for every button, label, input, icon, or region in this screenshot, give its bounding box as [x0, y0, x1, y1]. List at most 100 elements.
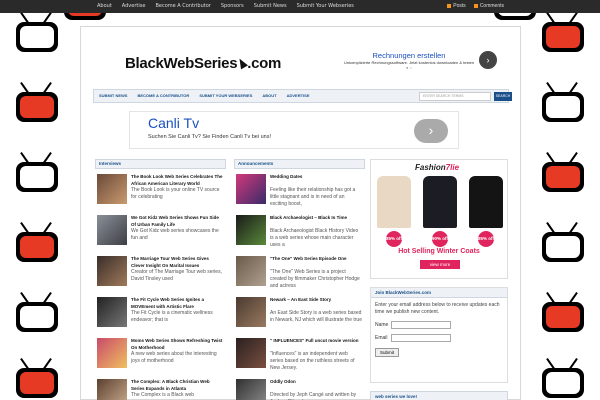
list-item: " INFLUENCES" Full uncut movie version "…: [234, 337, 365, 376]
tv-icon: [14, 290, 60, 332]
coat-image[interactable]: [469, 176, 503, 228]
tv-icon: [540, 356, 586, 398]
post-thumbnail[interactable]: [97, 256, 127, 286]
menu-submit-webseries[interactable]: SUBMIT YOUR WEBSERIES: [194, 90, 257, 102]
tv-icon: [540, 220, 586, 262]
email-field[interactable]: [391, 334, 451, 342]
post-thumbnail[interactable]: [236, 297, 266, 327]
banner-ad[interactable]: Canli Tv Suchen Sie Canli Tv? Sie Finden…: [129, 111, 459, 149]
post-thumbnail[interactable]: [236, 256, 266, 286]
name-label: Name: [375, 322, 389, 328]
post-title[interactable]: The Marriage Tour Web Series Gives Cleve…: [131, 255, 223, 269]
post-excerpt: Feeling like their relationship has got …: [270, 187, 356, 207]
top-nav-about[interactable]: About: [92, 0, 117, 13]
top-nav-submit-news[interactable]: Submit News: [249, 0, 292, 13]
fashion-ad-headline[interactable]: Hot Selling Winter Coats: [371, 248, 507, 255]
newsletter-description: Enter your email address below to receiv…: [375, 302, 500, 315]
posts-feed-link[interactable]: Posts: [443, 0, 470, 13]
tv-icon: [540, 290, 586, 332]
post-thumbnail[interactable]: [236, 338, 266, 368]
post-title[interactable]: " INFLUENCES" Full uncut movie version: [270, 337, 362, 344]
post-title[interactable]: "The One" Web Series Episode One: [270, 255, 362, 262]
top-nav-advertise[interactable]: Advertise: [117, 0, 151, 13]
main-container: BlackWebSeries .com Rechnungen erstellen …: [80, 26, 521, 400]
post-thumbnail[interactable]: [97, 379, 127, 400]
fashion-ad[interactable]: Fashion7lie 85% off 90% off 85% off Hot …: [370, 159, 508, 279]
coat-image[interactable]: [423, 176, 457, 228]
banner-ad-subtitle: Suchen Sie Canli Tv? Sie Finden Canli Tv…: [148, 134, 272, 140]
name-field[interactable]: [391, 321, 451, 329]
post-thumbnail[interactable]: [97, 215, 127, 245]
post-thumbnail[interactable]: [97, 297, 127, 327]
tv-icon: [14, 220, 60, 262]
newsletter-widget: Join BlackWebSeries.com Enter your email…: [370, 287, 508, 383]
discount-badge: 90% off: [432, 231, 448, 247]
banner-ad-title[interactable]: Canli Tv: [148, 115, 199, 131]
tv-icon: [540, 10, 586, 52]
tv-icon: [14, 356, 60, 398]
menu-advertise[interactable]: ADVERTISE: [282, 90, 315, 102]
post-title[interactable]: Wedding Dates: [270, 173, 362, 180]
list-item: Black Archaeologist – Black In Time Blac…: [234, 214, 365, 253]
post-excerpt: A new web series about the interesting j…: [131, 351, 217, 364]
post-title[interactable]: The Fit Cycle Web Series Ignites a MOVEm…: [131, 296, 223, 310]
newsletter-heading: Join BlackWebSeries.com: [371, 288, 507, 298]
top-navigation-bar: About Advertise Become A Contributor Spo…: [0, 0, 600, 13]
list-item: Wedding Dates Feeling like their relatio…: [234, 173, 365, 212]
top-nav-submit-webseries[interactable]: Submit Your Webseries: [292, 0, 359, 13]
tv-icon: [14, 10, 60, 52]
list-item: The Book Look Web Series Celebrates The …: [95, 173, 226, 212]
fashion-ad-brand: Fashion7lie: [415, 163, 460, 172]
menu-about[interactable]: ABOUT: [257, 90, 281, 102]
sidebar: Fashion7lie 85% off 90% off 85% off Hot …: [370, 159, 508, 400]
announcements-heading[interactable]: Announcements: [234, 159, 365, 169]
post-excerpt: The Book Look is your online TV source f…: [131, 187, 220, 200]
interviews-heading[interactable]: Interviews: [95, 159, 226, 169]
post-thumbnail[interactable]: [97, 174, 127, 204]
post-title[interactable]: Newark – An East Side Story: [270, 296, 362, 303]
coat-image[interactable]: [377, 176, 411, 228]
logo-text-left: BlackWebSeries: [125, 55, 238, 72]
menu-submit-news[interactable]: SUBMIT NEWS: [94, 90, 132, 102]
post-thumbnail[interactable]: [236, 379, 266, 400]
interviews-column: Interviews The Book Look Web Series Cele…: [95, 159, 226, 400]
list-item: The Marriage Tour Web Series Gives Cleve…: [95, 255, 226, 294]
header-ad-arrow-button[interactable]: ›: [479, 51, 497, 69]
post-title[interactable]: Moms Web Series Shows Refreshing Twist O…: [131, 337, 223, 351]
search-input[interactable]: ENTER SEARCH TERMS: [419, 92, 491, 101]
list-item: "The One" Web Series Episode One "The On…: [234, 255, 365, 294]
post-title[interactable]: We Got Kidz Web Series Shows Fun Side Of…: [131, 214, 223, 228]
announcements-column: Announcements Wedding Dates Feeling like…: [234, 159, 365, 400]
post-thumbnail[interactable]: [236, 215, 266, 245]
logo-text-right: .com: [247, 55, 282, 72]
top-nav-sponsors[interactable]: Sponsors: [216, 0, 249, 13]
banner-ad-arrow-button[interactable]: ›: [414, 119, 448, 143]
post-excerpt: Directed by Jeph Cangé and written by Jo…: [270, 392, 357, 400]
list-item: Moms Web Series Shows Refreshing Twist O…: [95, 337, 226, 376]
discount-badge: 85% off: [386, 231, 402, 247]
email-label: Email: [375, 335, 388, 341]
post-excerpt: An East Side Story is a web series based…: [270, 310, 362, 323]
comments-feed-link[interactable]: Comments: [470, 0, 508, 13]
header-ad[interactable]: Rechnungen erstellen Unkomplizierte Rech…: [339, 51, 499, 73]
list-item: Oddly Odon Directed by Jeph Cangé and wr…: [234, 378, 365, 400]
view-more-button[interactable]: view more: [420, 260, 460, 269]
submit-button[interactable]: Submit: [375, 348, 399, 357]
post-title[interactable]: The Complex: A Black Christian Web Serie…: [131, 378, 223, 392]
post-thumbnail[interactable]: [97, 338, 127, 368]
discount-badge: 85% off: [478, 231, 494, 247]
post-title[interactable]: Oddly Odon: [270, 378, 362, 385]
menu-become-contributor[interactable]: BECOME A CONTRIBUTOR: [132, 90, 194, 102]
tv-icon: [540, 80, 586, 122]
post-title[interactable]: The Book Look Web Series Celebrates The …: [131, 173, 223, 187]
search-button[interactable]: SEARCH: [494, 92, 512, 101]
feed-links: Posts Comments: [443, 0, 508, 13]
post-thumbnail[interactable]: [236, 174, 266, 204]
top-nav-become-contributor[interactable]: Become A Contributor: [150, 0, 215, 13]
site-logo[interactable]: BlackWebSeries .com: [125, 55, 281, 72]
post-excerpt: "Influences" is an independent web serie…: [270, 351, 355, 371]
header-ad-title[interactable]: Rechnungen erstellen: [339, 51, 499, 60]
rss-icon: [473, 3, 478, 8]
list-item: Newark – An East Side Story An East Side…: [234, 296, 365, 335]
post-title[interactable]: Black Archaeologist – Black In Time: [270, 214, 362, 221]
